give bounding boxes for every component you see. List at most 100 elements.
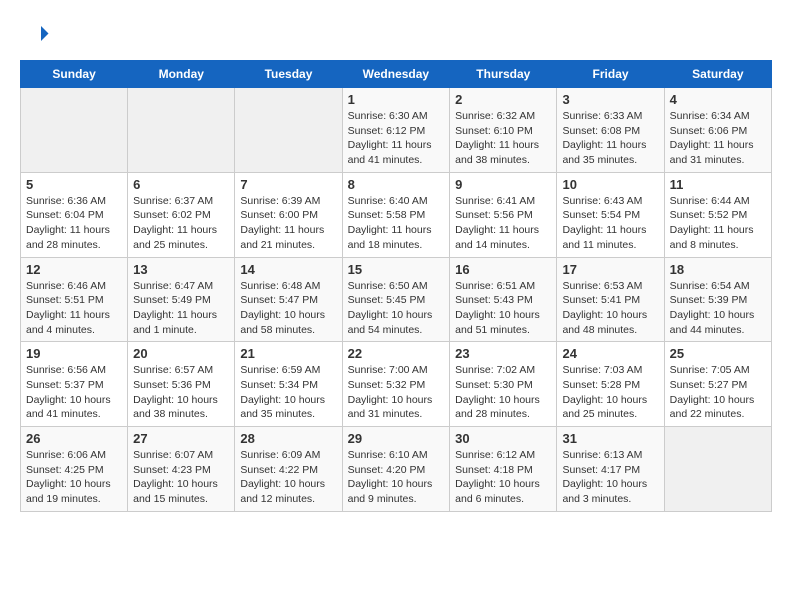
day-number: 14: [240, 262, 336, 277]
day-number: 8: [348, 177, 445, 192]
day-number: 18: [670, 262, 766, 277]
day-info: Sunrise: 6:37 AMSunset: 6:02 PMDaylight:…: [133, 194, 229, 253]
header-day-tuesday: Tuesday: [235, 61, 342, 88]
day-number: 6: [133, 177, 229, 192]
week-row-2: 5Sunrise: 6:36 AMSunset: 6:04 PMDaylight…: [21, 172, 772, 257]
day-cell: 23Sunrise: 7:02 AMSunset: 5:30 PMDayligh…: [450, 342, 557, 427]
header-row: SundayMondayTuesdayWednesdayThursdayFrid…: [21, 61, 772, 88]
day-number: 16: [455, 262, 551, 277]
day-cell: 29 Sunrise: 6:10 AMSunset: 4:20 PMDayligh…: [342, 427, 450, 512]
day-info: Sunrise: 6:39 AMSunset: 6:00 PMDaylight:…: [240, 194, 336, 253]
day-info: Sunrise: 6:51 AMSunset: 5:43 PMDaylight:…: [455, 279, 551, 338]
day-number: 7: [240, 177, 336, 192]
day-cell: 3 Sunrise: 6:33 AMSunset: 6:08 PMDaylight…: [557, 88, 664, 173]
day-cell: 30 Sunrise: 6:12 AMSunset: 4:18 PMDayligh…: [450, 427, 557, 512]
day-number: 28: [240, 431, 336, 446]
day-number: 13: [133, 262, 229, 277]
day-number: 29: [348, 431, 445, 446]
day-number: 9: [455, 177, 551, 192]
day-number: 3: [562, 92, 658, 107]
day-cell: 28 Sunrise: 6:09 AMSunset: 4:22 PMDayligh…: [235, 427, 342, 512]
day-info: Sunrise: 6:30 AMSunset: 6:12 PMDaylight:…: [348, 109, 445, 168]
day-cell: 17 Sunrise: 6:53 AMSunset: 5:41 PMDayligh…: [557, 257, 664, 342]
week-row-1: 1 Sunrise: 6:30 AMSunset: 6:12 PMDaylight…: [21, 88, 772, 173]
day-cell: 7 Sunrise: 6:39 AMSunset: 6:00 PMDaylight…: [235, 172, 342, 257]
day-cell: 2 Sunrise: 6:32 AMSunset: 6:10 PMDaylight…: [450, 88, 557, 173]
day-cell: 21Sunrise: 6:59 AMSunset: 5:34 PMDayligh…: [235, 342, 342, 427]
day-info: Sunrise: 6:57 AMSunset: 5:36 PMDaylight:…: [133, 363, 229, 422]
day-info: Sunrise: 6:44 AMSunset: 5:52 PMDaylight:…: [670, 194, 766, 253]
day-info: Sunrise: 6:32 AMSunset: 6:10 PMDaylight:…: [455, 109, 551, 168]
day-number: 26: [26, 431, 122, 446]
day-info: Sunrise: 6:10 AMSunset: 4:20 PMDaylight:…: [348, 448, 445, 507]
day-info: Sunrise: 6:43 AMSunset: 5:54 PMDaylight:…: [562, 194, 658, 253]
day-cell: 10Sunrise: 6:43 AMSunset: 5:54 PMDayligh…: [557, 172, 664, 257]
day-number: 25: [670, 346, 766, 361]
header-day-wednesday: Wednesday: [342, 61, 450, 88]
day-info: Sunrise: 7:00 AMSunset: 5:32 PMDaylight:…: [348, 363, 445, 422]
day-cell: [128, 88, 235, 173]
day-number: 20: [133, 346, 229, 361]
page-header: [20, 20, 772, 50]
day-info: Sunrise: 6:56 AMSunset: 5:37 PMDaylight:…: [26, 363, 122, 422]
week-row-3: 12 Sunrise: 6:46 AMSunset: 5:51 PMDayligh…: [21, 257, 772, 342]
day-info: Sunrise: 6:48 AMSunset: 5:47 PMDaylight:…: [240, 279, 336, 338]
day-cell: 16 Sunrise: 6:51 AMSunset: 5:43 PMDayligh…: [450, 257, 557, 342]
day-number: 19: [26, 346, 122, 361]
day-info: Sunrise: 6:07 AMSunset: 4:23 PMDaylight:…: [133, 448, 229, 507]
day-number: 12: [26, 262, 122, 277]
day-cell: 13 Sunrise: 6:47 AMSunset: 5:49 PMDayligh…: [128, 257, 235, 342]
calendar-header: SundayMondayTuesdayWednesdayThursdayFrid…: [21, 61, 772, 88]
header-day-saturday: Saturday: [664, 61, 771, 88]
day-cell: 31 Sunrise: 6:13 AMSunset: 4:17 PMDayligh…: [557, 427, 664, 512]
day-info: Sunrise: 7:03 AMSunset: 5:28 PMDaylight:…: [562, 363, 658, 422]
day-info: Sunrise: 6:54 AMSunset: 5:39 PMDaylight:…: [670, 279, 766, 338]
day-cell: 4Sunrise: 6:34 AMSunset: 6:06 PMDaylight…: [664, 88, 771, 173]
day-cell: 1 Sunrise: 6:30 AMSunset: 6:12 PMDaylight…: [342, 88, 450, 173]
day-cell: 6 Sunrise: 6:37 AMSunset: 6:02 PMDaylight…: [128, 172, 235, 257]
day-info: Sunrise: 7:05 AMSunset: 5:27 PMDaylight:…: [670, 363, 766, 422]
day-info: Sunrise: 6:46 AMSunset: 5:51 PMDaylight:…: [26, 279, 122, 338]
day-number: 27: [133, 431, 229, 446]
day-cell: 11 Sunrise: 6:44 AMSunset: 5:52 PMDayligh…: [664, 172, 771, 257]
day-cell: 14 Sunrise: 6:48 AMSunset: 5:47 PMDayligh…: [235, 257, 342, 342]
week-row-4: 19 Sunrise: 6:56 AMSunset: 5:37 PMDayligh…: [21, 342, 772, 427]
day-number: 31: [562, 431, 658, 446]
day-number: 1: [348, 92, 445, 107]
day-info: Sunrise: 6:12 AMSunset: 4:18 PMDaylight:…: [455, 448, 551, 507]
calendar-table: SundayMondayTuesdayWednesdayThursdayFrid…: [20, 60, 772, 512]
day-info: Sunrise: 6:47 AMSunset: 5:49 PMDaylight:…: [133, 279, 229, 338]
day-number: 22: [348, 346, 445, 361]
day-cell: 19 Sunrise: 6:56 AMSunset: 5:37 PMDayligh…: [21, 342, 128, 427]
day-number: 21: [240, 346, 336, 361]
day-cell: 25 Sunrise: 7:05 AMSunset: 5:27 PMDayligh…: [664, 342, 771, 427]
header-day-thursday: Thursday: [450, 61, 557, 88]
day-info: Sunrise: 6:50 AMSunset: 5:45 PMDaylight:…: [348, 279, 445, 338]
day-number: 2: [455, 92, 551, 107]
day-number: 30: [455, 431, 551, 446]
day-cell: 12 Sunrise: 6:46 AMSunset: 5:51 PMDayligh…: [21, 257, 128, 342]
day-info: Sunrise: 6:33 AMSunset: 6:08 PMDaylight:…: [562, 109, 658, 168]
day-cell: [21, 88, 128, 173]
header-day-friday: Friday: [557, 61, 664, 88]
week-row-5: 26 Sunrise: 6:06 AMSunset: 4:25 PMDayligh…: [21, 427, 772, 512]
day-cell: 26 Sunrise: 6:06 AMSunset: 4:25 PMDayligh…: [21, 427, 128, 512]
day-number: 15: [348, 262, 445, 277]
day-info: Sunrise: 6:13 AMSunset: 4:17 PMDaylight:…: [562, 448, 658, 507]
day-info: Sunrise: 6:09 AMSunset: 4:22 PMDaylight:…: [240, 448, 336, 507]
day-info: Sunrise: 7:02 AMSunset: 5:30 PMDaylight:…: [455, 363, 551, 422]
day-info: Sunrise: 6:06 AMSunset: 4:25 PMDaylight:…: [26, 448, 122, 507]
day-number: 17: [562, 262, 658, 277]
day-cell: 24 Sunrise: 7:03 AMSunset: 5:28 PMDayligh…: [557, 342, 664, 427]
day-number: 11: [670, 177, 766, 192]
day-cell: 20 Sunrise: 6:57 AMSunset: 5:36 PMDayligh…: [128, 342, 235, 427]
day-info: Sunrise: 6:34 AMSunset: 6:06 PMDaylight:…: [670, 109, 766, 168]
day-cell: [235, 88, 342, 173]
day-info: Sunrise: 6:40 AMSunset: 5:58 PMDaylight:…: [348, 194, 445, 253]
header-day-sunday: Sunday: [21, 61, 128, 88]
day-info: Sunrise: 6:41 AMSunset: 5:56 PMDaylight:…: [455, 194, 551, 253]
calendar-body: 1 Sunrise: 6:30 AMSunset: 6:12 PMDaylight…: [21, 88, 772, 512]
header-day-monday: Monday: [128, 61, 235, 88]
day-info: Sunrise: 6:53 AMSunset: 5:41 PMDaylight:…: [562, 279, 658, 338]
day-number: 24: [562, 346, 658, 361]
